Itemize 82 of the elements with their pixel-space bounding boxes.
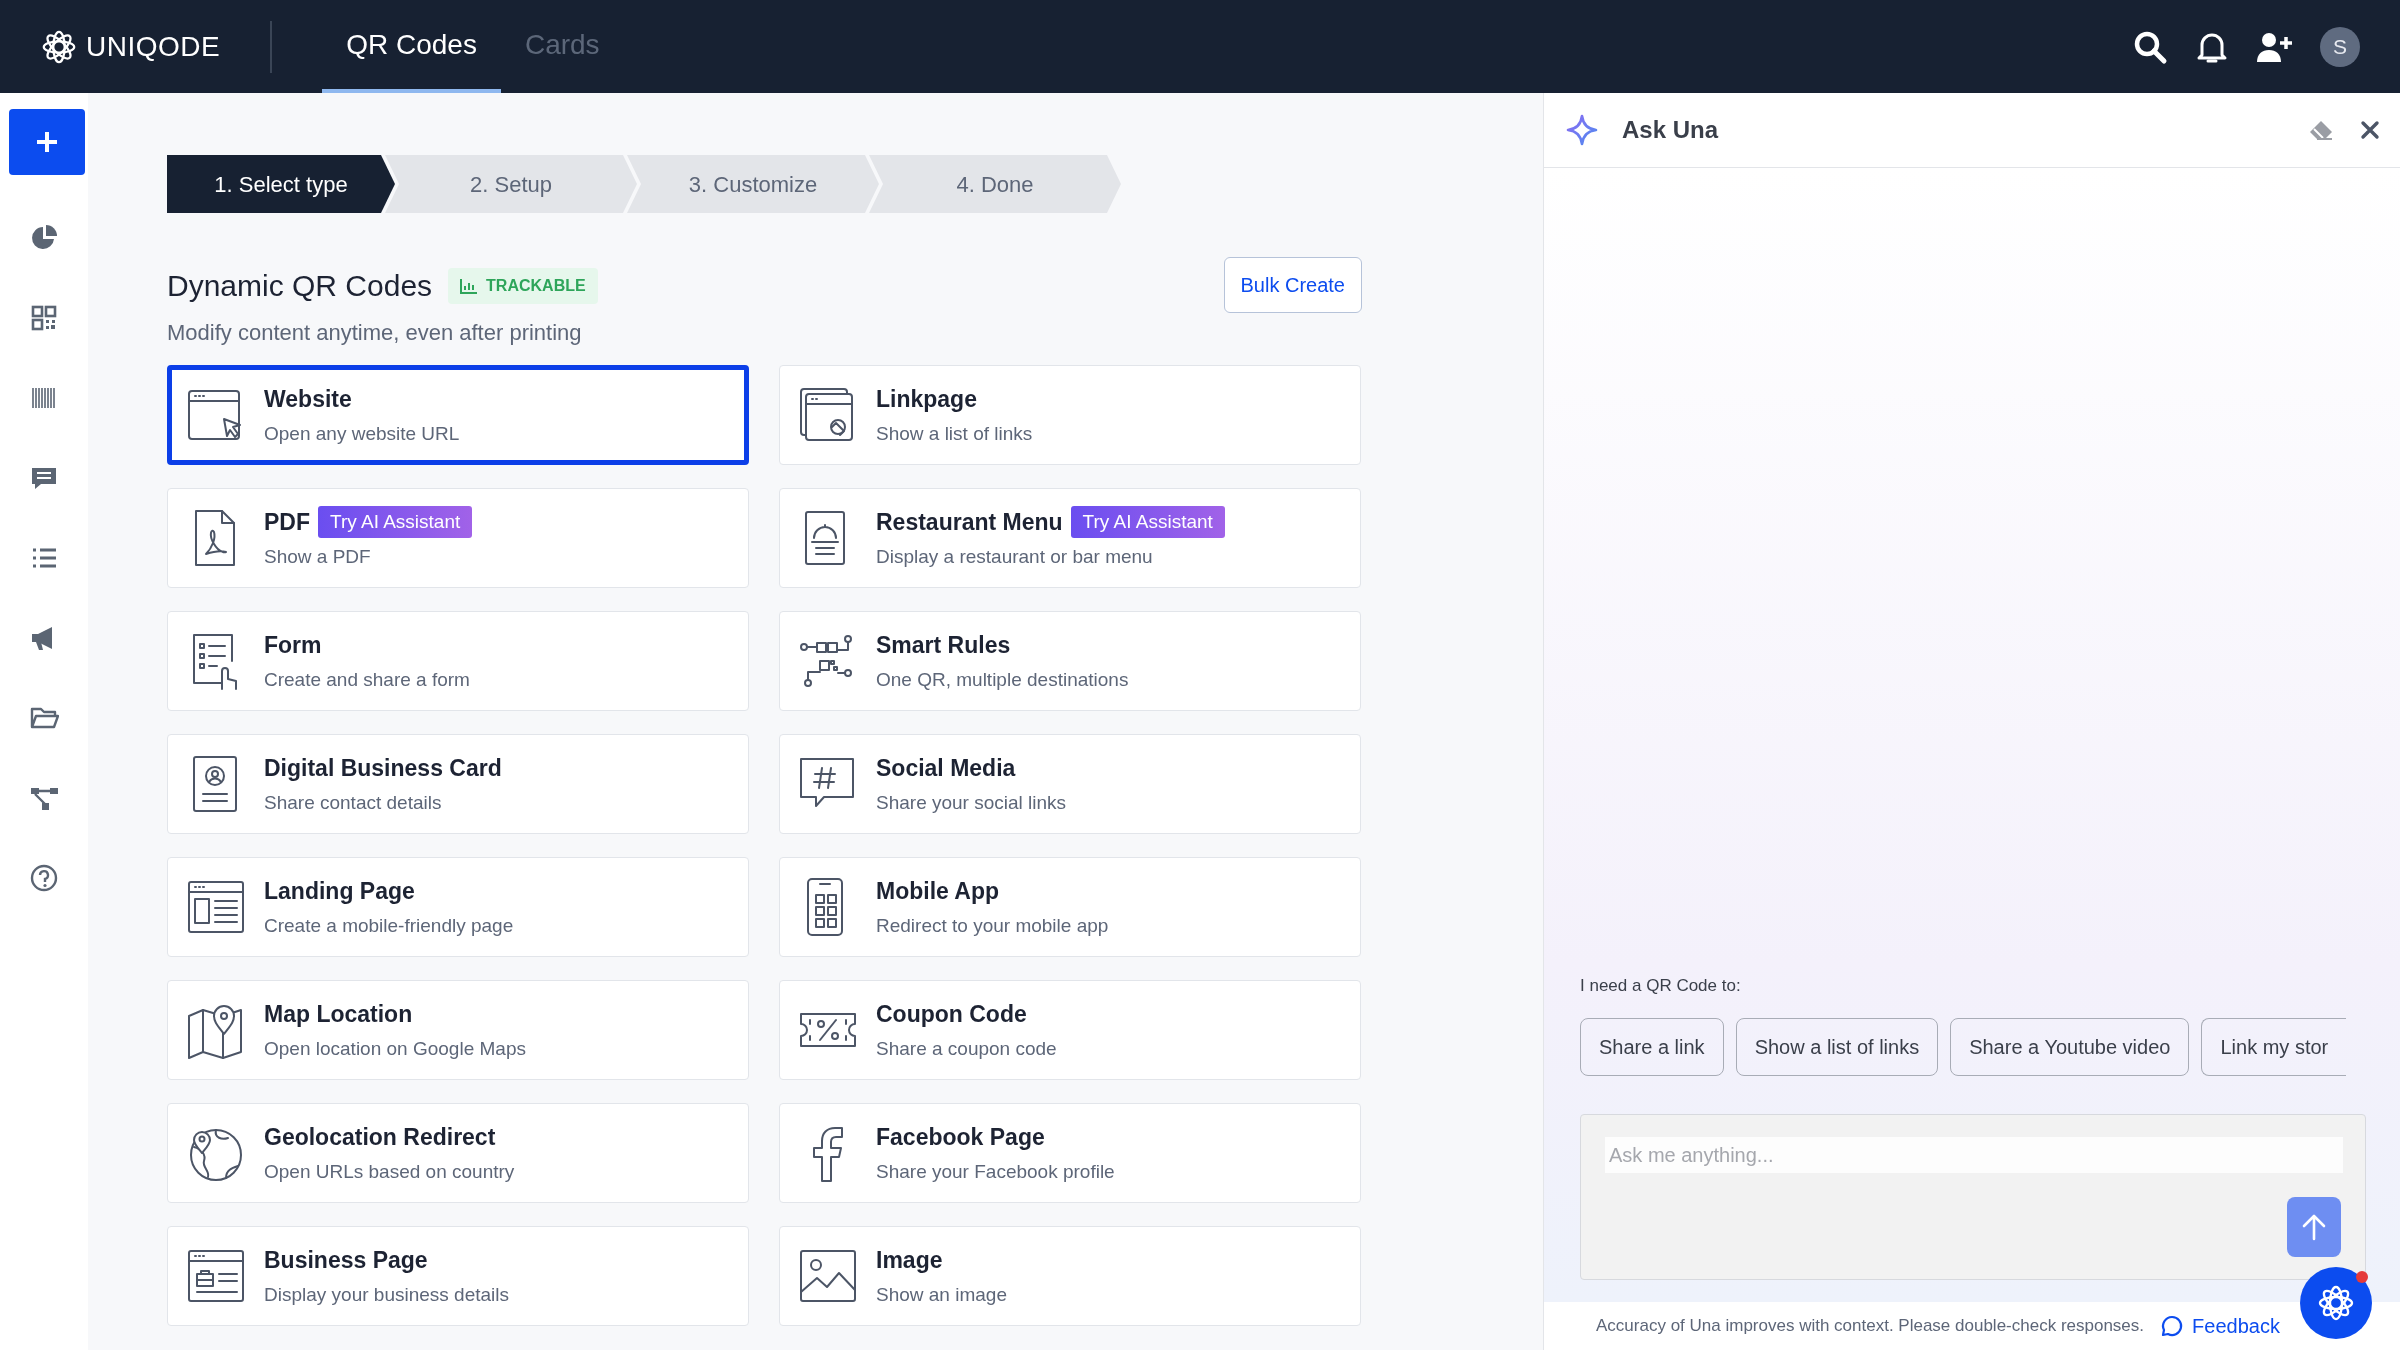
qr-type-card[interactable]: Digital Business Card Share contact details: [167, 734, 749, 834]
qr-type-card[interactable]: Restaurant Menu Try AI Assistant Display a restaurant or bar menu: [779, 488, 1361, 588]
type-title: Restaurant Menu: [876, 507, 1063, 537]
type-title: Website: [264, 384, 352, 414]
type-subtitle: Open URLs based on country: [264, 1160, 515, 1184]
type-subtitle: Create a mobile-friendly page: [264, 914, 514, 938]
qr-type-card[interactable]: Smart Rules One QR, multiple destinations: [779, 611, 1361, 711]
type-title: Digital Business Card: [264, 753, 502, 783]
step-tab[interactable]: 1. Select type: [167, 155, 395, 213]
user-avatar[interactable]: S: [2320, 26, 2360, 67]
type-title: Mobile App: [876, 876, 1000, 906]
qr-type-card[interactable]: Linkpage Show a list of links: [779, 365, 1361, 465]
panel-title: Ask Una: [1622, 115, 1719, 145]
suggestion-chip[interactable]: Link my stor: [2201, 1018, 2347, 1076]
bulk-create-button[interactable]: Bulk Create: [1223, 257, 1362, 313]
qr-type-card[interactable]: Image Show an image: [779, 1226, 1361, 1326]
prompt-label: I need a QR Code to:: [1580, 974, 1742, 997]
add-user-icon[interactable]: [2256, 30, 2292, 63]
type-subtitle: Share your Facebook profile: [876, 1160, 1115, 1184]
qr-code-icon[interactable]: [29, 303, 59, 333]
type-title: Coupon Code: [876, 999, 1027, 1029]
section-subtitle: Modify content anytime, even after printing: [167, 319, 583, 347]
type-title: Facebook Page: [876, 1122, 1045, 1152]
type-subtitle: Open any website URL: [264, 422, 460, 446]
chat-bubble-icon: [2160, 1314, 2185, 1338]
type-subtitle: Open location on Google Maps: [264, 1037, 526, 1061]
ai-assistant-badge: Try AI Assistant: [318, 505, 473, 538]
type-subtitle: Show a list of links: [876, 422, 1033, 446]
type-subtitle: Redirect to your mobile app: [876, 914, 1109, 938]
step-tab[interactable]: 3. Customize: [627, 155, 879, 213]
qr-type-card[interactable]: Facebook Page Share your Facebook profile: [779, 1103, 1361, 1203]
qr-type-card[interactable]: Website Open any website URL: [167, 365, 749, 465]
type-subtitle: Show a PDF: [264, 545, 372, 569]
type-title: Form: [264, 630, 322, 660]
type-subtitle: Share a coupon code: [876, 1037, 1057, 1061]
type-subtitle: Display a restaurant or bar menu: [876, 545, 1154, 569]
type-subtitle: One QR, multiple destinations: [876, 668, 1129, 692]
type-subtitle: Create and share a form: [264, 668, 470, 692]
disclaimer-text: Accuracy of Una improves with context. Please double-check responses.: [1596, 1315, 2145, 1338]
qr-type-card[interactable]: Geolocation Redirect Open URLs based on country: [167, 1103, 749, 1203]
ai-assistant-badge: Try AI Assistant: [1070, 505, 1225, 538]
qr-type-card[interactable]: Map Location Open location on Google Maps: [167, 980, 749, 1080]
qr-type-card[interactable]: Business Page Display your business details: [167, 1226, 749, 1326]
feedback-link[interactable]: Feedback: [2160, 1311, 2280, 1341]
sparkle-icon: [1566, 114, 1598, 146]
type-title: Map Location: [264, 999, 413, 1029]
suggestion-chip[interactable]: Show a list of links: [1735, 1018, 1939, 1076]
type-title: Geolocation Redirect: [264, 1122, 496, 1152]
chat-input-field[interactable]: Ask me anything...: [1605, 1137, 2343, 1173]
type-title: Business Page: [264, 1245, 428, 1275]
nav-tab[interactable]: QR Codes: [322, 0, 501, 93]
type-subtitle: Display your business details: [264, 1283, 509, 1307]
type-subtitle: Show an image: [876, 1283, 1007, 1307]
brand-name: UNIQODE: [86, 29, 221, 64]
section-title: Dynamic QR Codes: [167, 268, 433, 304]
type-title: Landing Page: [264, 876, 415, 906]
help-icon[interactable]: [29, 863, 59, 893]
step-tab[interactable]: 2. Setup: [385, 155, 637, 213]
bar-chart-icon: [460, 277, 479, 294]
type-title: Image: [876, 1245, 943, 1275]
qr-type-card[interactable]: Form Create and share a form: [167, 611, 749, 711]
type-subtitle: Share your social links: [876, 791, 1067, 815]
type-subtitle: Share contact details: [264, 791, 443, 815]
type-title: Linkpage: [876, 384, 977, 414]
create-button[interactable]: [9, 109, 85, 175]
qr-type-card[interactable]: PDF Try AI Assistant Show a PDF: [167, 488, 749, 588]
qr-type-card[interactable]: Mobile App Redirect to your mobile app: [779, 857, 1361, 957]
step-tab[interactable]: 4. Done: [869, 155, 1121, 213]
send-button[interactable]: [2287, 1197, 2341, 1257]
qr-type-card[interactable]: Social Media Share your social links: [779, 734, 1361, 834]
suggestion-chip[interactable]: Share a link: [1580, 1018, 1724, 1076]
eraser-icon[interactable]: [2308, 119, 2334, 141]
type-title: PDF: [264, 507, 310, 537]
close-icon[interactable]: [2360, 120, 2380, 140]
plus-icon: [35, 130, 59, 154]
type-title: Social Media: [876, 753, 1016, 783]
type-title: Smart Rules: [876, 630, 1011, 660]
suggestion-chip[interactable]: Share a Youtube video: [1950, 1018, 2190, 1076]
logo-icon: [2316, 1283, 2356, 1323]
arrow-up-icon: [2302, 1213, 2326, 1241]
qr-type-card[interactable]: Landing Page Create a mobile-friendly page: [167, 857, 749, 957]
qr-type-card[interactable]: Coupon Code Share a coupon code: [779, 980, 1361, 1080]
